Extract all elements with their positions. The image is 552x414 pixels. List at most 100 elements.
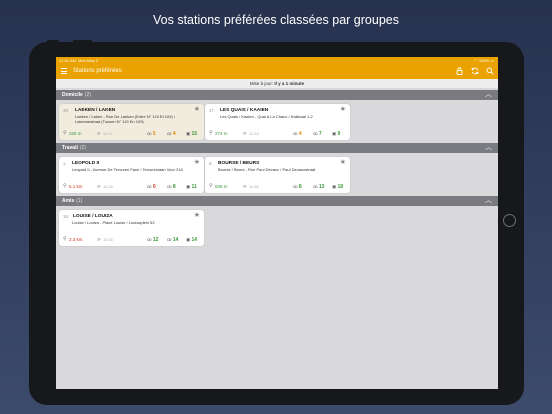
star-icon[interactable]: ★ [340, 158, 346, 166]
station-address: Les Quais / Kaaien - Quai A La Chaux / K… [220, 114, 313, 119]
last-update-label: Mise à jour: [249, 81, 274, 86]
station-stats: ⚲ 328 m ⟳ 11:27 ꝏ 5 ꝏ 4 ▣ 15 [63, 130, 200, 137]
bikes-count: 0 [152, 184, 156, 190]
station-number: 8. [209, 161, 213, 166]
nav-bar: Stations préférées [56, 64, 498, 79]
bikes-count: 8 [298, 184, 302, 190]
station-number: 30. [63, 108, 70, 113]
station-address: Bourse / Beurs - Rue Paul Devaux / Paul … [218, 167, 316, 172]
status-bar: 17:31 AM Mon May 2 ◠ 100% ▭ [56, 57, 498, 64]
stands-count: 14 [191, 237, 198, 243]
parking-icon: ▣ [186, 184, 191, 189]
location-pin-icon: ⚲ [209, 130, 213, 136]
refresh-icon: ⟳ [243, 131, 247, 136]
status-battery: 100% [478, 58, 490, 63]
chevron-up-icon[interactable]: ︿ [485, 196, 492, 206]
group-count: (2) [79, 145, 86, 151]
station-number: 1. [63, 161, 67, 166]
station-address: Louise / Louiza - Place Louise / Louizap… [72, 220, 155, 225]
last-update-value: Il y a 1 minute [274, 81, 305, 86]
parking-icon: ▣ [186, 131, 191, 136]
bikes-count: 5 [152, 131, 156, 137]
station-stats: ⚲ 2.3 km ⟳ 11:26 ꝏ 12 ꝏ 14 ▣ 14 [63, 236, 200, 243]
page-title: Stations préférées [73, 68, 122, 74]
star-icon[interactable]: ★ [194, 105, 200, 113]
station-distance: 5.1 km [69, 184, 83, 189]
station-name: LES QUAIS / KAAIEN [220, 107, 269, 113]
bicycle-icon: ꝏ [293, 184, 298, 189]
refresh-icon: ⟳ [97, 131, 101, 136]
ebikes-count: 13 [318, 184, 325, 190]
parking-icon: ▣ [186, 237, 191, 242]
station-name: LEOPOLD II [72, 160, 100, 166]
station-time: 11:24 [249, 131, 259, 136]
station-name: BOURSE / BEURS [218, 160, 260, 166]
location-pin-icon: ⚲ [63, 183, 67, 189]
station-name: LOUISE / LOUIZA [73, 213, 113, 219]
group-name: Domicile [62, 92, 83, 98]
group-count: (1) [76, 198, 83, 204]
station-card[interactable]: 8. BOURSE / BEURS ★ Bourse / Beurs - Rue… [205, 157, 350, 193]
search-icon[interactable] [485, 67, 494, 76]
ebikes-count: 4 [172, 131, 176, 137]
station-time: 11:25 [103, 184, 113, 189]
stands-count: 18 [337, 184, 344, 190]
battery-icon: ▭ [490, 58, 494, 63]
station-stats: ⚲ 5.1 km ⟳ 11:25 ꝏ 0 ꝏ 8 ▣ 11 [63, 183, 200, 190]
ebike-icon: ꝏ [167, 131, 172, 136]
sync-icon[interactable] [470, 67, 479, 76]
station-distance: 2.3 km [69, 237, 83, 242]
star-icon[interactable]: ★ [194, 158, 200, 166]
location-pin-icon: ⚲ [209, 183, 213, 189]
app-screen: 17:31 AM Mon May 2 ◠ 100% ▭ Stations pré… [56, 57, 498, 389]
station-card[interactable]: 16. LOUISE / LOUIZA ★ Louise / Louiza - … [59, 210, 204, 246]
group-header-amis[interactable]: Amis (1) ︿ [56, 196, 498, 206]
station-time: 11:26 [249, 184, 259, 189]
status-time: 17:31 AM [59, 58, 76, 63]
refresh-icon: ⟳ [97, 237, 101, 242]
bicycle-icon: ꝏ [147, 237, 152, 242]
station-address: Laeken / Laken - Rue De Laeken (Entre N°… [75, 114, 176, 124]
stands-count: 9 [337, 131, 341, 137]
location-pin-icon: ⚲ [63, 236, 67, 242]
parking-icon: ▣ [332, 131, 337, 136]
star-icon[interactable]: ★ [340, 105, 346, 113]
station-number: 47. [209, 108, 216, 113]
group-count: (2) [84, 92, 91, 98]
bicycle-icon: ꝏ [293, 131, 298, 136]
ebikes-count: 7 [318, 131, 322, 137]
station-number: 16. [63, 214, 70, 219]
location-pin-icon: ⚲ [63, 130, 67, 136]
bicycle-icon: ꝏ [147, 184, 152, 189]
stands-count: 15 [191, 131, 198, 137]
star-icon[interactable]: ★ [194, 211, 200, 219]
chevron-up-icon[interactable]: ︿ [485, 143, 492, 153]
refresh-icon: ⟳ [97, 184, 101, 189]
ebikes-count: 8 [172, 184, 176, 190]
ebike-icon: ꝏ [313, 184, 318, 189]
refresh-icon: ⟳ [243, 184, 247, 189]
group-name: Travail [62, 145, 78, 151]
group-name: Amis [62, 198, 75, 204]
last-update: Mise à jour: Il y a 1 minute [56, 79, 498, 88]
ebike-icon: ꝏ [167, 237, 172, 242]
lock-icon[interactable] [455, 67, 464, 76]
wifi-icon: ◠ [474, 58, 478, 63]
group-header-travail[interactable]: Travail (2) ︿ [56, 143, 498, 153]
bikes-count: 12 [152, 237, 159, 243]
hamburger-icon[interactable] [61, 68, 67, 74]
stands-count: 11 [191, 184, 197, 190]
station-card[interactable]: 47. LES QUAIS / KAAIEN ★ Les Quais / Kaa… [205, 104, 350, 140]
station-name: LAEKEN / LAKEN [75, 107, 116, 113]
bicycle-icon: ꝏ [147, 131, 152, 136]
ipad-home-button [503, 214, 516, 227]
chevron-up-icon[interactable]: ︿ [485, 90, 492, 100]
group-header-domicile[interactable]: Domicile (2) ︿ [56, 90, 498, 100]
station-card[interactable]: 1. LEOPOLD II ★ Leopold II - Avenue De T… [59, 157, 204, 193]
bikes-count: 4 [298, 131, 302, 137]
marketing-caption: Vos stations préférées classées par grou… [153, 13, 399, 27]
ebike-icon: ꝏ [167, 184, 172, 189]
station-distance: 328 m [69, 131, 82, 136]
station-card[interactable]: 30. LAEKEN / LAKEN ★ Laeken / Laken - Ru… [59, 104, 204, 140]
parking-icon: ▣ [332, 184, 337, 189]
